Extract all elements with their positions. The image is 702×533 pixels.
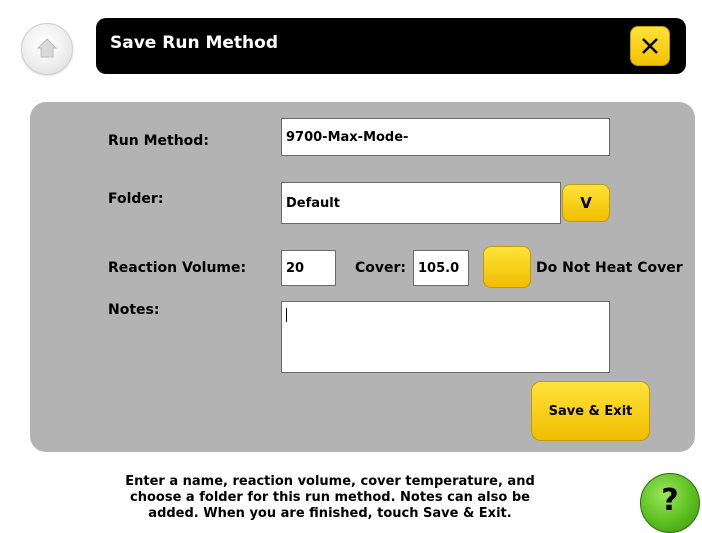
reaction-volume-label: Reaction Volume:	[108, 260, 247, 276]
close-button[interactable]	[630, 26, 670, 66]
form-panel: Run Method: 9700-Max-Mode- Folder: Defau…	[30, 102, 695, 452]
home-button[interactable]	[21, 23, 73, 75]
run-method-label: Run Method:	[108, 133, 209, 149]
notes-label: Notes:	[108, 302, 160, 318]
folder-dropdown-button[interactable]: V	[562, 184, 610, 222]
help-icon: ?	[661, 483, 679, 518]
do-not-heat-cover-label: Do Not Heat Cover	[536, 260, 683, 276]
help-button[interactable]: ?	[640, 473, 700, 533]
help-text: Enter a name, reaction volume, cover tem…	[125, 474, 535, 521]
close-icon	[642, 38, 658, 54]
title-bar: Save Run Method	[96, 18, 686, 74]
save-exit-button[interactable]: Save & Exit	[531, 381, 650, 441]
folder-label: Folder:	[108, 191, 164, 207]
home-icon	[36, 38, 58, 58]
reaction-volume-input[interactable]: 20	[281, 250, 336, 286]
folder-select[interactable]: Default	[281, 182, 561, 224]
text-cursor	[286, 308, 287, 322]
cover-label: Cover:	[355, 260, 407, 276]
do-not-heat-cover-toggle[interactable]	[483, 246, 531, 288]
notes-textarea[interactable]	[281, 301, 610, 373]
run-method-input[interactable]: 9700-Max-Mode-	[281, 118, 610, 156]
page-title: Save Run Method	[110, 33, 278, 53]
cover-temperature-input[interactable]: 105.0	[413, 250, 469, 286]
